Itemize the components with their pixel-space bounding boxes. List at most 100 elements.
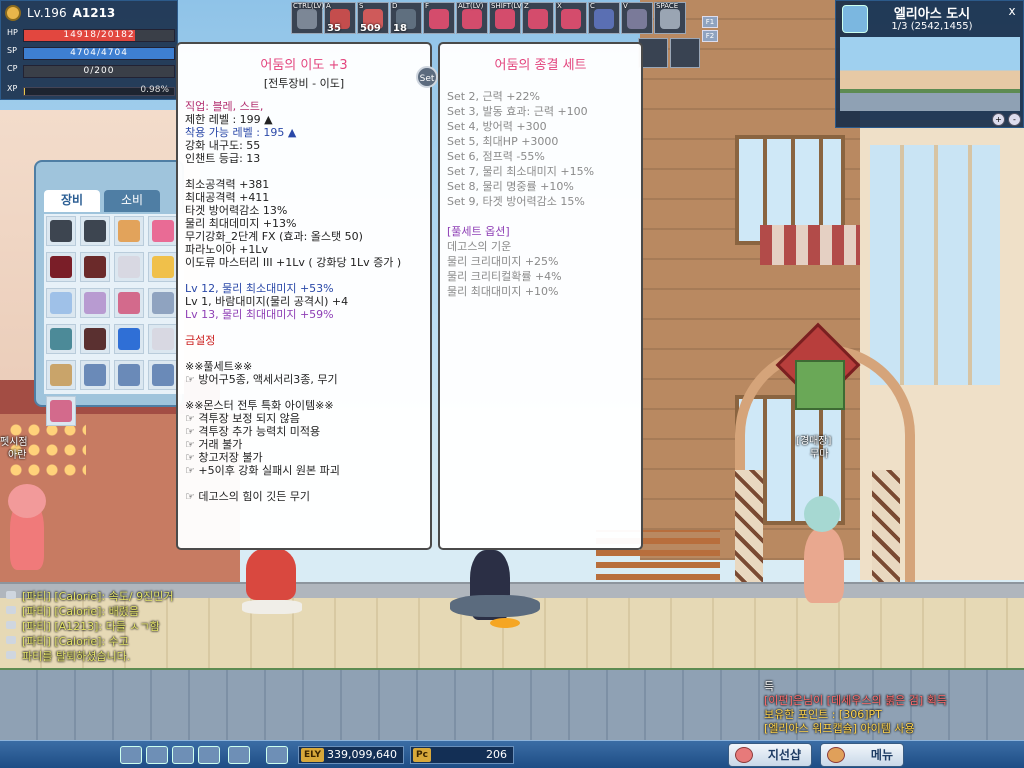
inventory-slot[interactable]: [114, 360, 144, 390]
map-coordinates: 1/3 (2542,1455): [891, 21, 973, 32]
skill-icon: [627, 9, 647, 29]
item-icon: [118, 292, 140, 314]
xp-fill: [24, 88, 26, 95]
inventory-slot[interactable]: [80, 324, 110, 354]
item-stat-line: ☞ 데고스의 힘이 깃든 무기: [185, 490, 311, 503]
inventory-slot[interactable]: [80, 288, 110, 318]
inventory-slot[interactable]: [114, 216, 144, 246]
skill-menu-icon[interactable]: [146, 746, 168, 764]
item-icon: [84, 364, 106, 386]
item-icon: [118, 220, 140, 242]
inventory-slot[interactable]: [80, 252, 110, 282]
shop-button[interactable]: 지선샵: [728, 743, 812, 767]
f1-key[interactable]: F1: [702, 16, 718, 28]
set-bonus-line: [풀세트 옵션]: [447, 225, 510, 238]
menu-button-label: 메뉴: [870, 748, 893, 762]
skill-slot[interactable]: C: [588, 2, 620, 34]
set-bonus-line: Set 4, 방어력 +300: [447, 120, 547, 133]
item-icon: [152, 364, 174, 386]
skill-slot[interactable]: A 35: [324, 2, 356, 34]
inventory-slot[interactable]: [80, 360, 110, 390]
item-stat-line: ☞ 방어구5종, 액세서리3종, 무기: [185, 373, 338, 386]
inventory-slot[interactable]: [148, 324, 178, 354]
set-bonus-line: Set 8, 물리 명중률 +10%: [447, 180, 574, 193]
inventory-slot[interactable]: [46, 288, 76, 318]
shop-icon: [735, 747, 753, 763]
inventory-slot[interactable]: [114, 324, 144, 354]
item-icon: [50, 292, 72, 314]
player-character[interactable]: [440, 540, 550, 640]
item-stat-line: 금설정: [185, 334, 216, 347]
skill-slot[interactable]: Z: [522, 2, 554, 34]
ely-tag: ELY: [301, 748, 324, 762]
skill-icon: [594, 9, 614, 29]
map-name: 엘리아스 도시: [893, 7, 971, 22]
tab-consumable[interactable]: 소비: [104, 190, 160, 212]
skill-slot[interactable]: D 18: [390, 2, 422, 34]
sp-value: 4704/4704: [70, 48, 128, 58]
skill-slot[interactable]: SPACE: [654, 2, 686, 34]
inventory-slot[interactable]: [148, 288, 178, 318]
npc-aran-head: [8, 484, 46, 518]
inventory-slot[interactable]: [46, 324, 76, 354]
inventory-slot[interactable]: [46, 396, 76, 426]
character-menu-icon[interactable]: [120, 746, 142, 764]
item-icon: [152, 292, 174, 314]
arch-post-right: [872, 470, 900, 595]
set-bonus-line: Set 2, 근력 +22%: [447, 90, 540, 103]
item-icon: [118, 364, 140, 386]
character-info: Lv.196 A1213: [27, 6, 115, 20]
skill-slot[interactable]: S 509: [357, 2, 389, 34]
quest-menu-icon[interactable]: [198, 746, 220, 764]
zoom-out-icon[interactable]: -: [1008, 113, 1021, 126]
menu-icon: [827, 747, 845, 763]
f2-key[interactable]: F2: [702, 30, 718, 42]
set-bonus-line: Set 7, 물리 최소대미지 +15%: [447, 165, 595, 178]
inventory-slot[interactable]: [114, 288, 144, 318]
extra-slot-2[interactable]: [670, 38, 700, 68]
minimap-close-icon[interactable]: x: [1005, 4, 1019, 18]
set-bonus-line: Set 6, 점프력 -55%: [447, 150, 545, 163]
item-icon: [118, 256, 140, 278]
level-gear-icon[interactable]: [5, 5, 21, 21]
minimap-view[interactable]: [840, 37, 1020, 111]
system-message-line: 보유한 포인트 : [306]PT: [764, 708, 882, 721]
skill-slot[interactable]: SHIFT(LV): [489, 2, 525, 34]
skill-key-label: ALT(LV): [458, 2, 484, 10]
community-menu-icon[interactable]: [172, 746, 194, 764]
inventory-slot[interactable]: [80, 216, 110, 246]
mail-icon[interactable]: [266, 746, 288, 764]
sp-bar: SP 4704/4704: [5, 46, 175, 61]
minimap: 엘리아스 도시 1/3 (2542,1455) x + -: [835, 0, 1024, 128]
skill-slot[interactable]: V: [621, 2, 653, 34]
skill-slot[interactable]: F: [423, 2, 455, 34]
ely-value: 339,099,640: [327, 748, 397, 761]
tab-equipment[interactable]: 장비: [44, 190, 100, 212]
npc-aran[interactable]: [0, 470, 60, 590]
inventory-slot[interactable]: [148, 360, 178, 390]
system-message-line: 득: [764, 680, 775, 693]
inventory-grid: [44, 214, 184, 426]
stats-menu-icon[interactable]: [228, 746, 250, 764]
menu-button[interactable]: 메뉴: [820, 743, 904, 767]
inventory-slot[interactable]: [46, 252, 76, 282]
set-title: 어둠의 종결 세트: [494, 58, 587, 73]
inventory-slot[interactable]: [148, 216, 178, 246]
inventory-slot[interactable]: [46, 216, 76, 246]
inventory-slot[interactable]: [114, 252, 144, 282]
skill-slot[interactable]: X: [555, 2, 587, 34]
item-icon: [152, 328, 174, 350]
inventory-slot[interactable]: [46, 360, 76, 390]
skill-slot[interactable]: CTRL(LV): [291, 2, 325, 34]
chat-line: [파티] [Calorie]: 배렸음: [4, 603, 304, 618]
npc-auction-muma[interactable]: [796, 490, 856, 610]
xp-bar: XP 0.98%: [5, 84, 175, 97]
set-bonus-line: 물리 크리대미지 +25%: [447, 255, 559, 268]
skill-key-label: CTRL(LV): [293, 2, 325, 10]
chat-channel-icon: [6, 591, 16, 599]
inventory-slot[interactable]: [148, 252, 178, 282]
skill-slot[interactable]: ALT(LV): [456, 2, 488, 34]
skill-key-label: S: [359, 2, 364, 10]
skill-key-label: SHIFT(LV): [491, 2, 525, 10]
zoom-in-icon[interactable]: +: [992, 113, 1005, 126]
